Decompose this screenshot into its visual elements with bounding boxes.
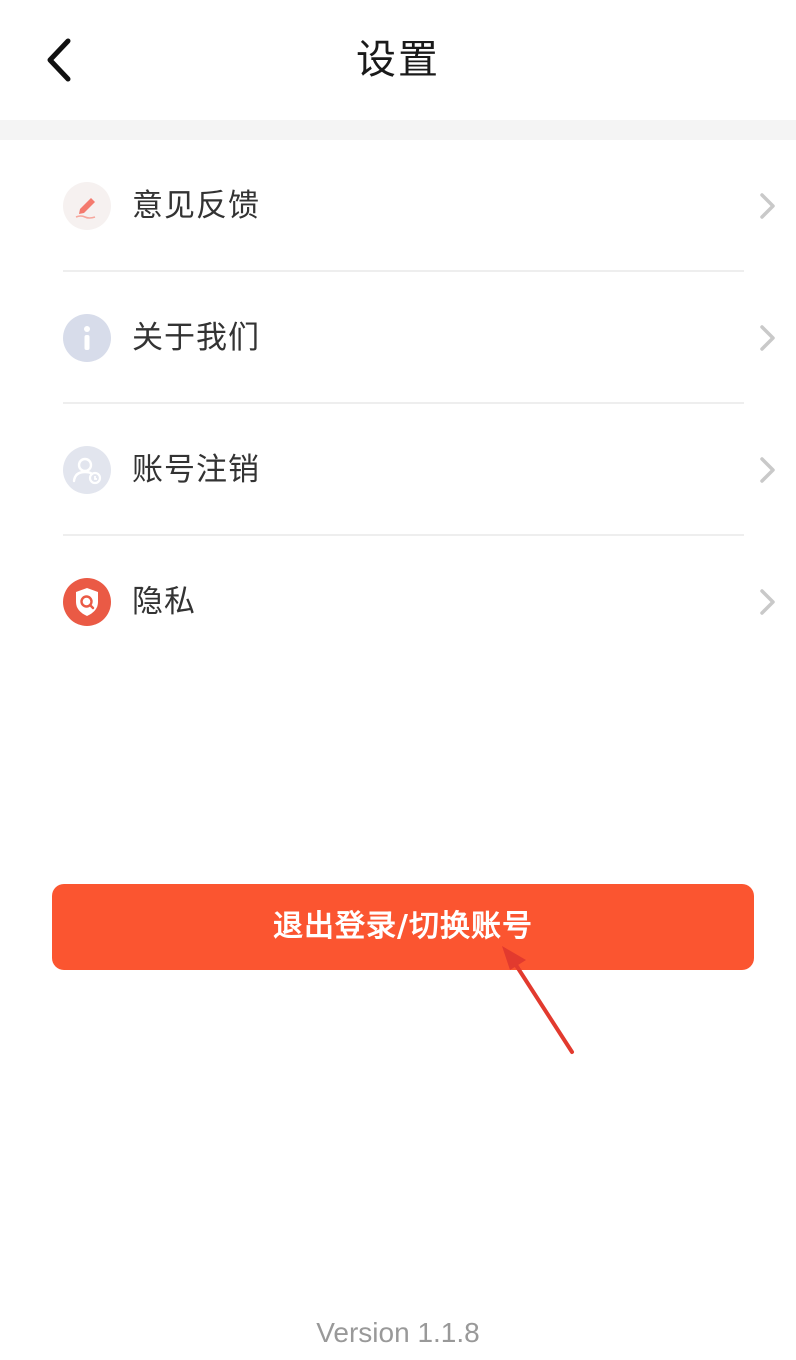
menu-item-label: 隐私 <box>132 584 196 620</box>
privacy-shield-icon <box>63 578 111 626</box>
menu-item-privacy[interactable]: 隐私 <box>0 536 796 668</box>
user-cancel-icon <box>63 446 111 494</box>
menu-item-label: 意见反馈 <box>132 188 260 224</box>
version-label: Version 1.1.8 <box>316 1317 480 1348</box>
settings-menu: 意见反馈 关于我们 账号注销 隐私 <box>0 140 796 668</box>
logout-switch-account-button[interactable]: 退出登录/切换账号 <box>52 884 754 970</box>
red-arrow-icon <box>502 946 574 1054</box>
menu-item-feedback[interactable]: 意见反馈 <box>0 140 796 272</box>
page-title: 设置 <box>356 37 440 83</box>
feedback-pen-icon <box>63 182 111 230</box>
menu-item-about-us[interactable]: 关于我们 <box>0 272 796 404</box>
menu-item-label: 账号注销 <box>132 452 260 488</box>
header-bar: 设置 <box>0 0 796 120</box>
chevron-right-icon <box>760 589 775 615</box>
menu-item-label: 关于我们 <box>132 320 260 356</box>
section-gap <box>0 120 796 140</box>
chevron-right-icon <box>760 457 775 483</box>
chevron-right-icon <box>760 193 775 219</box>
settings-page: 设置 意见反馈 关于我们 账号注销 隐私 退出登录/切换账号 Version 1… <box>0 0 796 1360</box>
info-icon <box>63 314 111 362</box>
chevron-right-icon <box>760 325 775 351</box>
menu-item-account-cancel[interactable]: 账号注销 <box>0 404 796 536</box>
